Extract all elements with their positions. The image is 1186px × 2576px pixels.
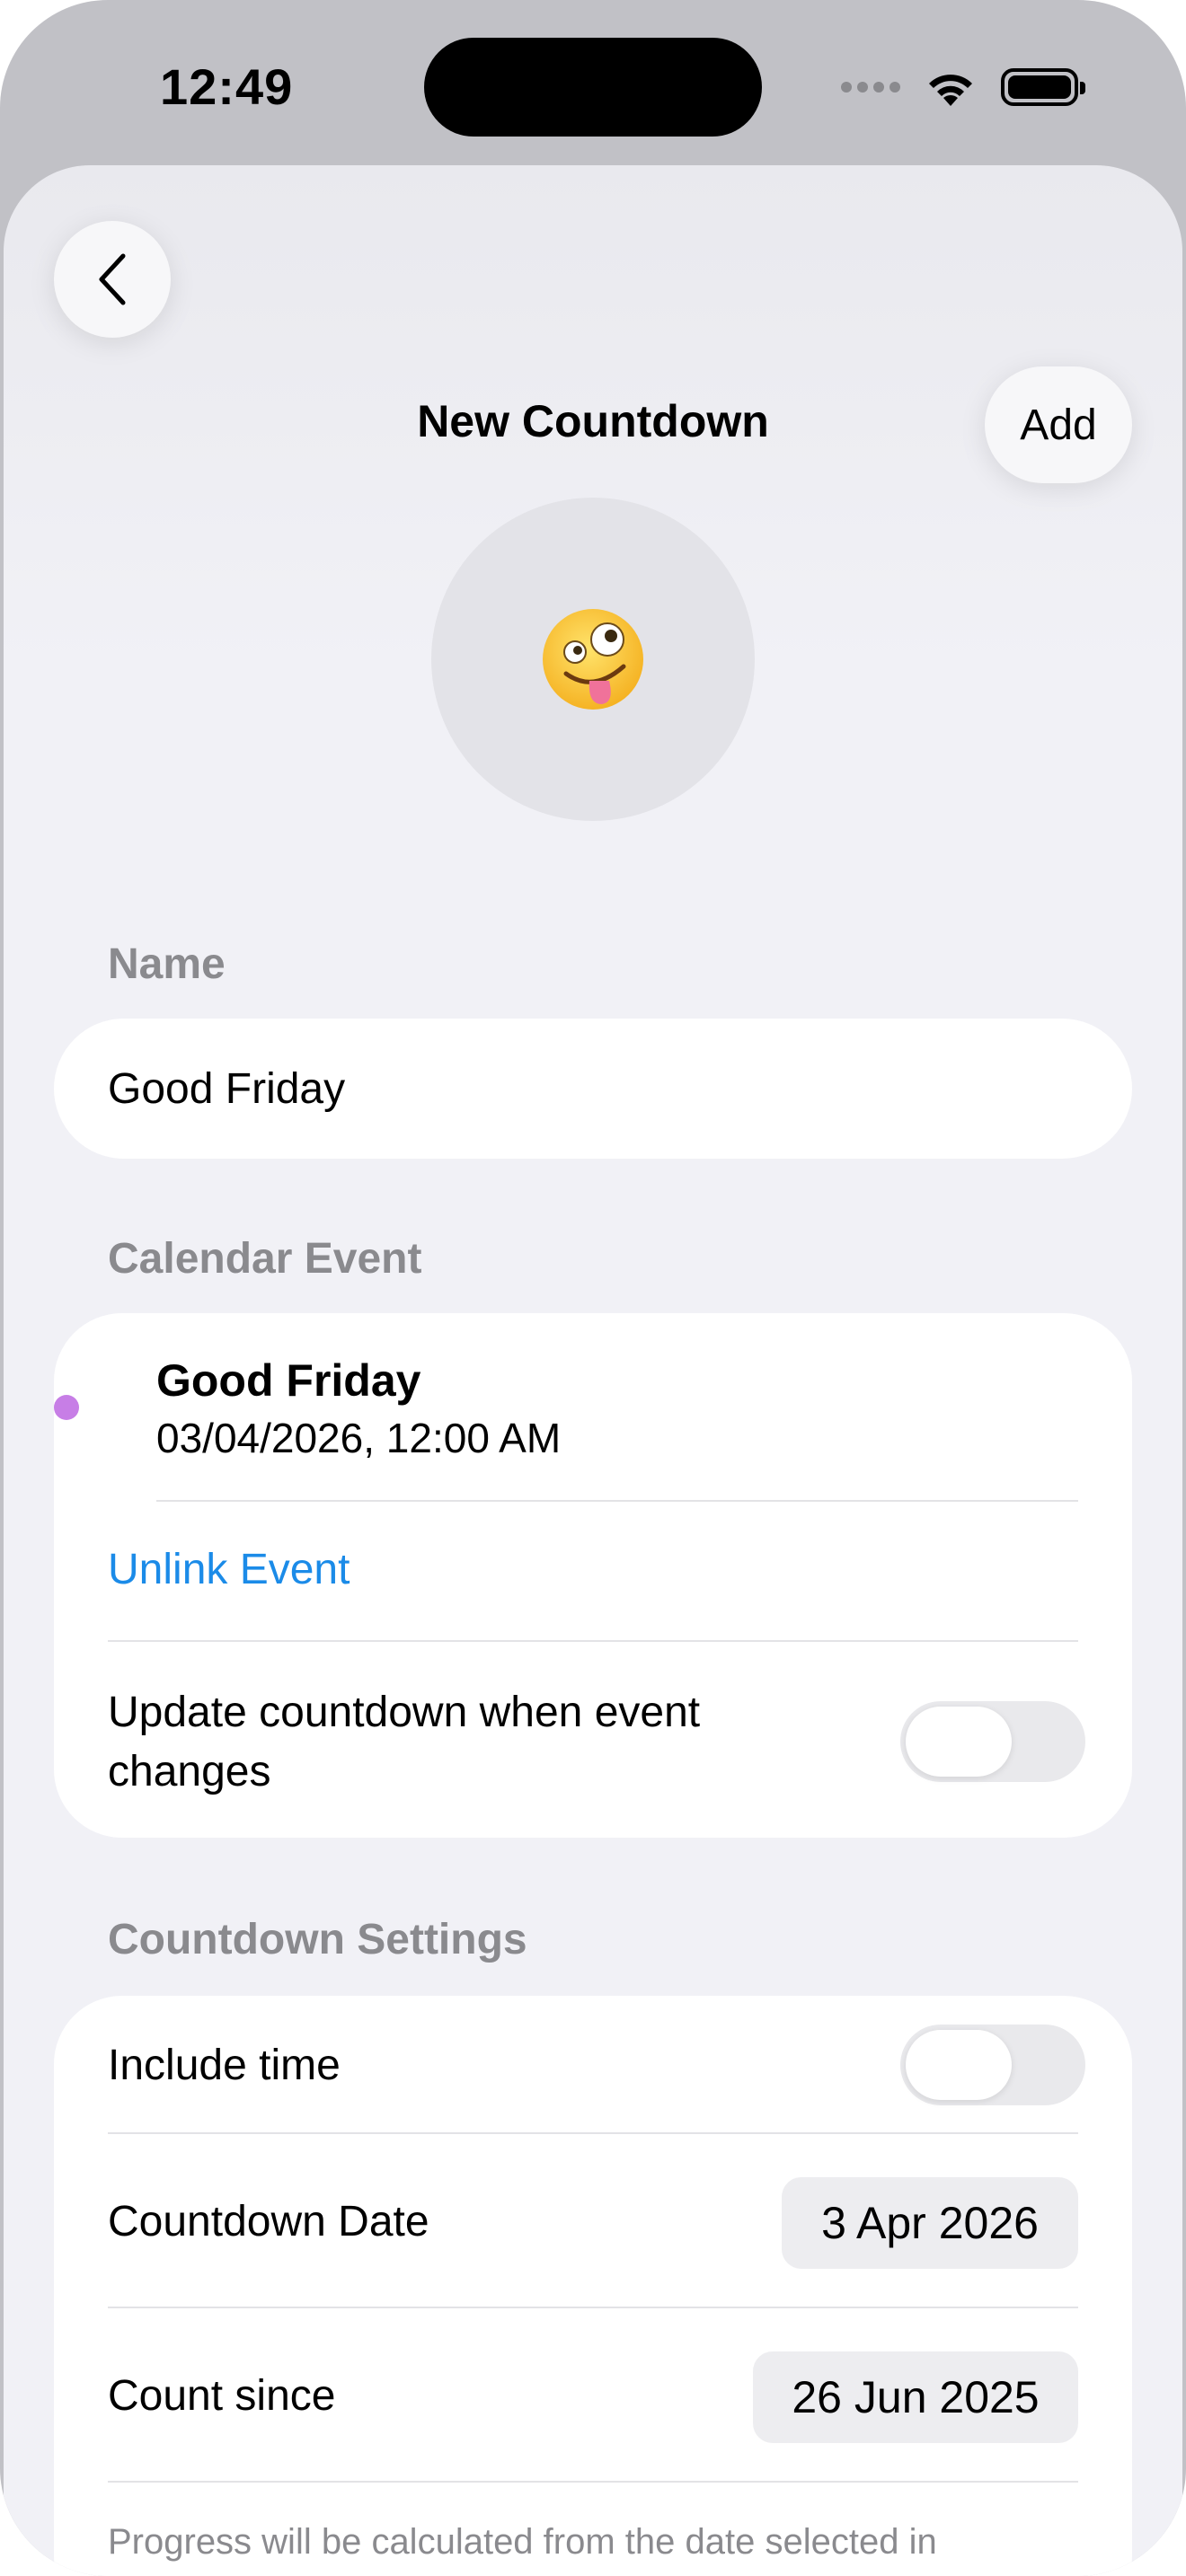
unlink-event-button[interactable]: Unlink Event (108, 1545, 350, 1594)
calendar-section-label: Calendar Event (108, 1235, 422, 1283)
event-datetime: 03/04/2026, 12:00 AM (156, 1415, 562, 1461)
event-color-dot (54, 1395, 79, 1420)
include-time-label: Include time (108, 2042, 341, 2089)
countdown-date-picker[interactable]: 3 Apr 2026 (782, 2177, 1078, 2269)
status-icons (841, 65, 1085, 110)
countdown-date-label: Countdown Date (108, 2198, 429, 2245)
divider (108, 2132, 1078, 2134)
count-since-picker[interactable]: 26 Jun 2025 (753, 2351, 1078, 2443)
divider (108, 1640, 1078, 1642)
divider (108, 2481, 1078, 2483)
cellular-signal-icon (841, 82, 900, 93)
add-button[interactable]: Add (985, 366, 1132, 483)
update-countdown-toggle[interactable] (900, 1701, 1085, 1782)
divider (156, 1500, 1078, 1502)
count-since-label: Count since (108, 2372, 336, 2420)
settings-section-label: Countdown Settings (108, 1916, 527, 1963)
status-time: 12:49 (160, 58, 294, 115)
include-time-toggle[interactable] (900, 2025, 1085, 2105)
update-countdown-label: Update countdown when event changes (108, 1689, 701, 1795)
emoji-picker-button[interactable] (431, 498, 755, 821)
wifi-icon (929, 75, 972, 106)
divider (108, 2307, 1078, 2308)
name-field[interactable]: Good Friday (54, 1019, 1132, 1159)
chevron-left-icon (99, 253, 126, 305)
battery-icon (1001, 68, 1085, 106)
name-section-label: Name (108, 940, 226, 988)
back-button[interactable] (54, 221, 171, 338)
zany-face-icon (543, 609, 643, 710)
event-title[interactable]: Good Friday (156, 1354, 420, 1407)
dynamic-island (424, 38, 762, 137)
progress-footnote: Progress will be calculated from the dat… (108, 2522, 937, 2562)
phone-frame: 12:49 New Countdown Add Name Good Friday… (0, 0, 1186, 2576)
